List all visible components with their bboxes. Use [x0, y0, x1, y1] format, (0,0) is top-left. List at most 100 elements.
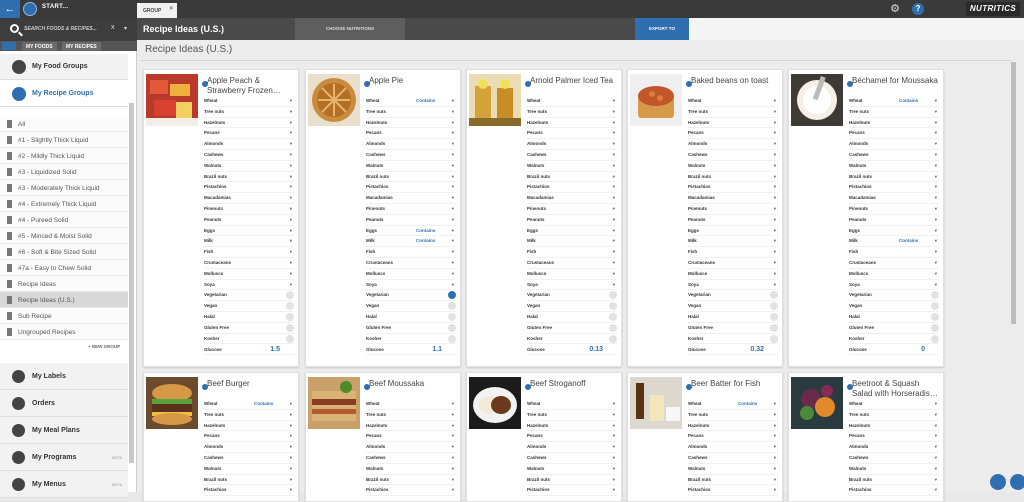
chevron-down-icon[interactable]: ▾: [452, 217, 454, 223]
chevron-down-icon[interactable]: ▾: [452, 444, 454, 450]
allergen-row[interactable]: Halal: [688, 312, 778, 323]
sidebar-item-recipe-groups[interactable]: My Recipe Groups: [0, 81, 128, 107]
allergen-row[interactable]: Hazelnuts ▾: [688, 421, 778, 432]
allergen-row[interactable]: Hazelnuts ▾: [849, 421, 939, 432]
allergen-row[interactable]: Macadamias ▾: [849, 193, 939, 204]
help-icon[interactable]: ?: [912, 3, 924, 15]
allergen-row[interactable]: Pecans ▾: [204, 128, 294, 140]
chevron-down-icon[interactable]: ▾: [613, 260, 615, 266]
chevron-down-icon[interactable]: ▾: [290, 120, 292, 126]
allergen-row[interactable]: Hazelnuts ▾: [527, 118, 617, 129]
chevron-down-icon[interactable]: ▾: [452, 249, 454, 255]
chevron-down-icon[interactable]: ▾: [290, 174, 292, 180]
allergen-row[interactable]: Pecans ▾: [688, 128, 778, 140]
allergen-row[interactable]: Pinenuts ▾: [366, 204, 456, 215]
allergen-row[interactable]: Cashews ▾: [849, 150, 939, 161]
allergen-row[interactable]: Vegan: [527, 301, 617, 312]
allergen-row[interactable]: Cashews ▾: [527, 453, 617, 464]
allergen-row[interactable]: Cashews ▾: [204, 150, 294, 161]
chevron-down-icon[interactable]: ▾: [774, 163, 776, 169]
sidebar-group-item[interactable]: All: [0, 116, 128, 132]
chevron-down-icon[interactable]: ▾: [774, 249, 776, 255]
recipe-name[interactable]: Beef Stroganoff: [530, 379, 618, 389]
allergen-row[interactable]: Molluscs ▾: [688, 269, 778, 280]
chevron-down-icon[interactable]: ▾: [452, 98, 454, 104]
allergen-row[interactable]: Almonds ▾: [688, 139, 778, 150]
allergen-row[interactable]: Pinenuts ▾: [204, 204, 294, 215]
chevron-down-icon[interactable]: ▾: [613, 130, 615, 136]
allergen-row[interactable]: Walnuts ▾: [688, 464, 778, 475]
chevron-down-icon[interactable]: ▾: [613, 109, 615, 115]
chevron-down-icon[interactable]: ▾: [774, 455, 776, 461]
chevron-down-icon[interactable]: ▾: [452, 206, 454, 212]
allergen-row[interactable]: Tree nuts ▾: [204, 410, 294, 421]
diet-check-icon[interactable]: [286, 323, 294, 332]
chevron-down-icon[interactable]: ▾: [613, 174, 615, 180]
chevron-down-icon[interactable]: ▾: [774, 282, 776, 288]
chevron-down-icon[interactable]: ▾: [613, 238, 615, 244]
allergen-row[interactable]: Almonds ▾: [527, 442, 617, 453]
diet-check-icon[interactable]: [286, 334, 294, 343]
recipe-photo[interactable]: [791, 377, 843, 429]
allergen-row[interactable]: Almonds ▾: [366, 139, 456, 150]
allergen-row[interactable]: Soya ▾: [527, 280, 617, 291]
chevron-down-icon[interactable]: ▾: [935, 466, 937, 472]
recipe-photo[interactable]: [630, 377, 682, 429]
allergen-row[interactable]: Pistachios ▾: [688, 485, 778, 497]
recipe-card[interactable]: Apple Peach & Strawberry Frozen… Wheat ▾ Tr…: [143, 69, 299, 367]
diet-check-icon[interactable]: [448, 312, 456, 321]
allergen-row[interactable]: Wheat ▾: [527, 399, 617, 410]
allergen-row[interactable]: Gluten Free: [204, 323, 294, 334]
allergen-row[interactable]: Milk ▾: [527, 236, 617, 248]
allergen-row[interactable]: Gluten Free: [366, 323, 456, 334]
chevron-down-icon[interactable]: ▾: [290, 163, 292, 169]
allergen-row[interactable]: Gluten Free: [527, 323, 617, 334]
allergen-row[interactable]: Vegan: [366, 301, 456, 312]
allergen-row[interactable]: Brazil nuts ▾: [527, 475, 617, 486]
allergen-row[interactable]: Peanuts ▾: [204, 215, 294, 226]
allergen-row[interactable]: Pistachios ▾: [204, 485, 294, 497]
sidebar-group-item[interactable]: #4 - Extremely Thick Liquid: [0, 196, 128, 212]
sidebar-item-my-meal-plans[interactable]: My Meal Plans: [0, 417, 128, 444]
allergen-row[interactable]: Milk ▾: [688, 236, 778, 248]
allergen-row[interactable]: Pistachios ▾: [527, 182, 617, 194]
allergen-row[interactable]: Soya ▾: [688, 280, 778, 291]
allergen-row[interactable]: Pecans ▾: [849, 128, 939, 140]
allergen-row[interactable]: Crustaceans ▾: [366, 258, 456, 269]
allergen-row[interactable]: Fish ▾: [849, 247, 939, 258]
allergen-row[interactable]: Walnuts ▾: [849, 161, 939, 172]
allergen-row[interactable]: Pinenuts ▾: [688, 204, 778, 215]
allergen-row[interactable]: Kosher: [688, 334, 778, 345]
chevron-down-icon[interactable]: ▾: [935, 217, 937, 223]
chevron-down-icon[interactable]: ▾: [452, 433, 454, 439]
chevron-down-icon[interactable]: ▾: [774, 206, 776, 212]
chevron-down-icon[interactable]: ▾: [774, 487, 776, 493]
diet-check-icon[interactable]: [609, 302, 617, 311]
recipe-card[interactable]: Apple Pie Wheat Contains ▾ Tree nuts ▾ Hazelnu…: [305, 69, 461, 367]
chevron-down-icon[interactable]: ▾: [452, 455, 454, 461]
allergen-row[interactable]: Molluscs ▾: [366, 269, 456, 280]
allergen-row[interactable]: Tree nuts ▾: [849, 410, 939, 421]
allergen-row[interactable]: Peanuts ▾: [849, 215, 939, 226]
chevron-down-icon[interactable]: ▾: [613, 249, 615, 255]
chevron-down-icon[interactable]: ▾: [935, 130, 937, 136]
close-icon[interactable]: ×: [169, 6, 173, 12]
allergen-row[interactable]: Glucose 0: [849, 344, 939, 356]
chevron-down-icon[interactable]: ▾: [452, 282, 454, 288]
help-button[interactable]: [1010, 474, 1024, 490]
chevron-down-icon[interactable]: ▾: [452, 228, 454, 234]
allergen-row[interactable]: Eggs ▾: [688, 226, 778, 237]
chevron-down-icon[interactable]: ▾: [290, 141, 292, 147]
sidebar-item-food-groups[interactable]: My Food Groups: [0, 54, 128, 80]
allergen-row[interactable]: Vegetarian: [527, 290, 617, 302]
allergen-row[interactable]: Brazil nuts ▾: [688, 172, 778, 183]
recipe-photo[interactable]: [146, 377, 198, 429]
chevron-down-icon[interactable]: ▾: [452, 238, 454, 244]
allergen-row[interactable]: Tree nuts ▾: [366, 410, 456, 421]
chevron-down-icon[interactable]: ▾: [290, 444, 292, 450]
allergen-row[interactable]: Vegetarian: [204, 290, 294, 302]
allergen-row[interactable]: Milk Contains ▾: [366, 236, 456, 248]
allergen-row[interactable]: Almonds ▾: [849, 139, 939, 150]
allergen-row[interactable]: Crustaceans ▾: [204, 258, 294, 269]
chevron-down-icon[interactable]: ▾: [452, 120, 454, 126]
